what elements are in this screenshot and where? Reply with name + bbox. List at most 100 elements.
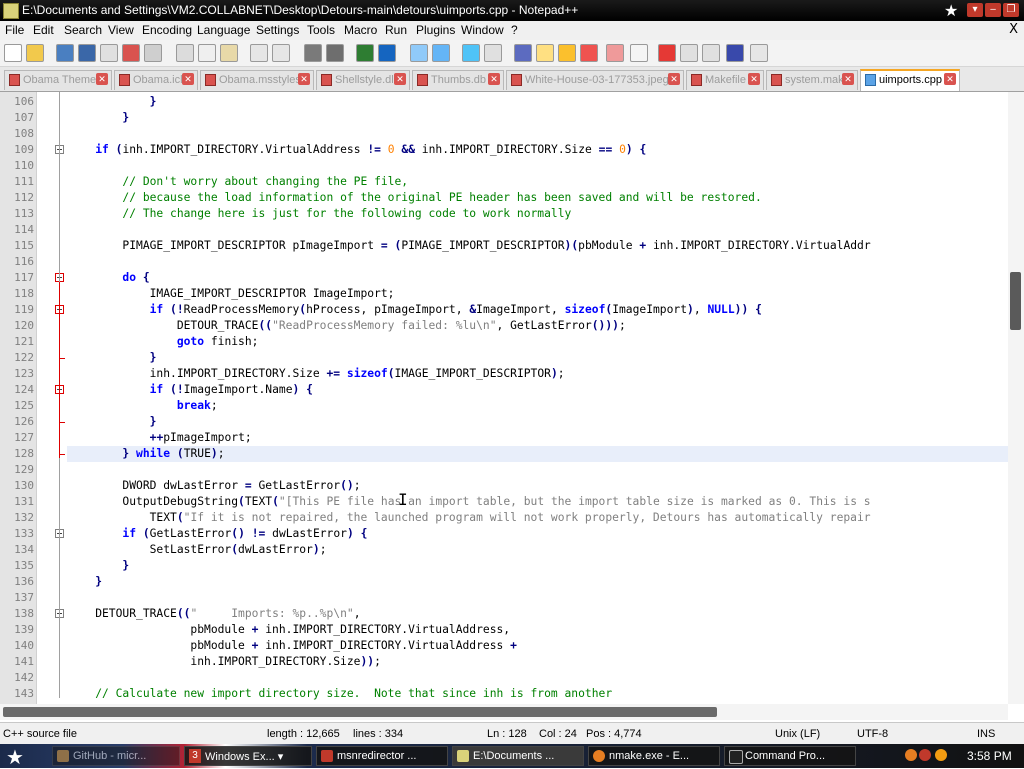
menu-run[interactable]: Run	[385, 23, 407, 37]
vertical-scrollbar[interactable]	[1008, 92, 1024, 704]
code-line[interactable]: if (inh.IMPORT_DIRECTORY.VirtualAddress …	[68, 142, 646, 158]
task-nmake[interactable]: nmake.exe - E...	[588, 746, 720, 766]
tab-close-icon[interactable]: ✕	[944, 73, 956, 85]
menu-view[interactable]: View	[108, 23, 134, 37]
tab-uimports-cpp[interactable]: uimports.cpp ✕	[860, 69, 960, 91]
line-number-margin[interactable]: 106 107 108 109 110 111 112 113 114 115 116 117 118 1…	[0, 92, 36, 704]
menu-macro[interactable]: Macro	[344, 23, 377, 37]
zoom-out-icon[interactable]	[378, 44, 396, 62]
code-line[interactable]: inh.IMPORT_DIRECTORY.Size));	[68, 654, 380, 670]
tab-close-icon[interactable]: ✕	[96, 73, 108, 85]
indent-guide-icon[interactable]	[514, 44, 532, 62]
menu-file[interactable]: File	[5, 23, 24, 37]
stop-recording-icon[interactable]	[658, 44, 676, 62]
status-encoding[interactable]: UTF-8	[857, 728, 888, 740]
print-icon[interactable]	[144, 44, 162, 62]
code-line[interactable]: if (GetLastError() != dwLastError) {	[68, 526, 367, 542]
task-windows-explorer-group[interactable]: 3 Windows Ex... ▾	[184, 746, 312, 766]
tab-obama-theme[interactable]: Obama Theme ✕	[4, 70, 112, 90]
word-wrap-icon[interactable]	[462, 44, 480, 62]
code-line[interactable]: DWORD dwLastError = GetLastError();	[68, 478, 360, 494]
menu-plugins[interactable]: Plugins	[416, 23, 455, 37]
replace-icon[interactable]	[326, 44, 344, 62]
code-line[interactable]: // Don't worry about changing the PE fil…	[68, 174, 408, 190]
code-line[interactable]: SetLastError(dwLastError);	[68, 542, 327, 558]
code-line[interactable]: } while (TRUE);	[68, 446, 224, 462]
code-line[interactable]: // because the load information of the o…	[68, 190, 761, 206]
play-macro-icon[interactable]	[680, 44, 698, 62]
tab-system-mak[interactable]: system.mak ✕	[766, 70, 858, 90]
save-icon[interactable]	[56, 44, 74, 62]
close-all-icon[interactable]	[122, 44, 140, 62]
menu-language[interactable]: Language	[197, 23, 250, 37]
code-line[interactable]: }	[68, 414, 157, 430]
redo-icon[interactable]	[272, 44, 290, 62]
tab-makefile[interactable]: Makefile ✕	[686, 70, 764, 90]
menu-search[interactable]: Search	[64, 23, 102, 37]
close-document-icon[interactable]: X	[1009, 22, 1018, 37]
code-line[interactable]: }	[68, 94, 157, 110]
show-all-chars-icon[interactable]	[484, 44, 502, 62]
tab-close-icon[interactable]: ✕	[842, 73, 854, 85]
menu-encoding[interactable]: Encoding	[142, 23, 192, 37]
tab-obama-msstyles[interactable]: Obama.msstyles ✕	[200, 70, 314, 90]
security-tray-icon[interactable]	[919, 749, 931, 761]
maximize-button[interactable]: ❐	[1003, 3, 1019, 17]
vertical-scroll-thumb[interactable]	[1010, 272, 1021, 330]
taskbar-clock[interactable]: 3:58 PM	[967, 749, 1012, 763]
find-icon[interactable]	[304, 44, 322, 62]
code-line[interactable]: }	[68, 558, 129, 574]
code-line[interactable]: }	[68, 110, 129, 126]
folder-workspace-icon[interactable]	[580, 44, 598, 62]
code-line[interactable]: // The change here is just for the follo…	[68, 206, 571, 222]
close-icon[interactable]	[100, 44, 118, 62]
code-line[interactable]: DETOUR_TRACE((" Imports: %p..%p\n",	[68, 606, 360, 622]
tab-close-icon[interactable]: ✕	[394, 73, 406, 85]
code-line[interactable]: do {	[68, 270, 149, 286]
menu-window[interactable]: Window	[461, 23, 504, 37]
task-github[interactable]: GitHub - micr...	[52, 746, 180, 766]
tab-close-icon[interactable]: ✕	[748, 73, 760, 85]
tab-close-icon[interactable]: ✕	[182, 73, 194, 85]
task-msnredirector[interactable]: msnredirector ...	[316, 746, 448, 766]
open-file-icon[interactable]	[26, 44, 44, 62]
copy-icon[interactable]	[198, 44, 216, 62]
spell-check-icon[interactable]	[750, 44, 768, 62]
tab-close-icon[interactable]: ✕	[488, 73, 500, 85]
task-command-prompt[interactable]: Command Pro...	[724, 746, 856, 766]
search-tray-icon[interactable]	[935, 749, 947, 761]
tab-obama-icl[interactable]: Obama.icl ✕	[114, 70, 198, 90]
code-line[interactable]: IMAGE_IMPORT_DESCRIPTOR ImageImport;	[68, 286, 395, 302]
cut-icon[interactable]	[176, 44, 194, 62]
task-notepadpp[interactable]: E:\Documents ...	[452, 746, 584, 766]
code-line[interactable]: goto finish;	[68, 334, 259, 350]
tab-shellstyle-dll[interactable]: Shellstyle.dll ✕	[316, 70, 410, 90]
code-line[interactable]: }	[68, 350, 157, 366]
butterfly-tray-icon[interactable]	[905, 749, 917, 761]
save-all-icon[interactable]	[78, 44, 96, 62]
code-line[interactable]: DETOUR_TRACE(("ReadProcessMemory failed:…	[68, 318, 626, 334]
save-macro-icon[interactable]	[726, 44, 744, 62]
code-line[interactable]: ++pImageImport;	[68, 430, 252, 446]
code-line[interactable]: }	[68, 574, 102, 590]
tab-close-icon[interactable]: ✕	[668, 73, 680, 85]
tab-thumbs-db[interactable]: Thumbs.db ✕	[412, 70, 504, 90]
code-editor[interactable]: 106 107 108 109 110 111 112 113 114 115 116 117 118 1…	[0, 92, 1008, 704]
run-macro-multiple-icon[interactable]	[702, 44, 720, 62]
code-line[interactable]: inh.IMPORT_DIRECTORY.Size += sizeof(IMAG…	[68, 366, 565, 382]
code-line[interactable]: break;	[68, 398, 218, 414]
minimize-button[interactable]: ‒	[985, 3, 1001, 17]
code-line[interactable]: // Calculate new import directory size. …	[68, 686, 612, 702]
horizontal-scroll-thumb[interactable]	[3, 707, 717, 717]
menu-tools[interactable]: Tools	[307, 23, 335, 37]
title-bar[interactable]: E:\Documents and Settings\VM2.COLLABNET\…	[0, 0, 1024, 21]
function-list-icon[interactable]	[558, 44, 576, 62]
sync-horizontal-icon[interactable]	[432, 44, 450, 62]
code-line[interactable]: OutputDebugString(TEXT("[This PE file ha…	[68, 494, 870, 510]
code-line[interactable]: pbModule + inh.IMPORT_DIRECTORY.VirtualA…	[68, 622, 510, 638]
monitoring-icon[interactable]	[606, 44, 624, 62]
sync-vertical-icon[interactable]	[410, 44, 428, 62]
notepadpp-app-icon[interactable]	[3, 3, 19, 19]
tab-white-house-jpeg[interactable]: White-House-03-177353.jpeg ✕	[506, 70, 684, 90]
menu-edit[interactable]: Edit	[33, 23, 54, 37]
